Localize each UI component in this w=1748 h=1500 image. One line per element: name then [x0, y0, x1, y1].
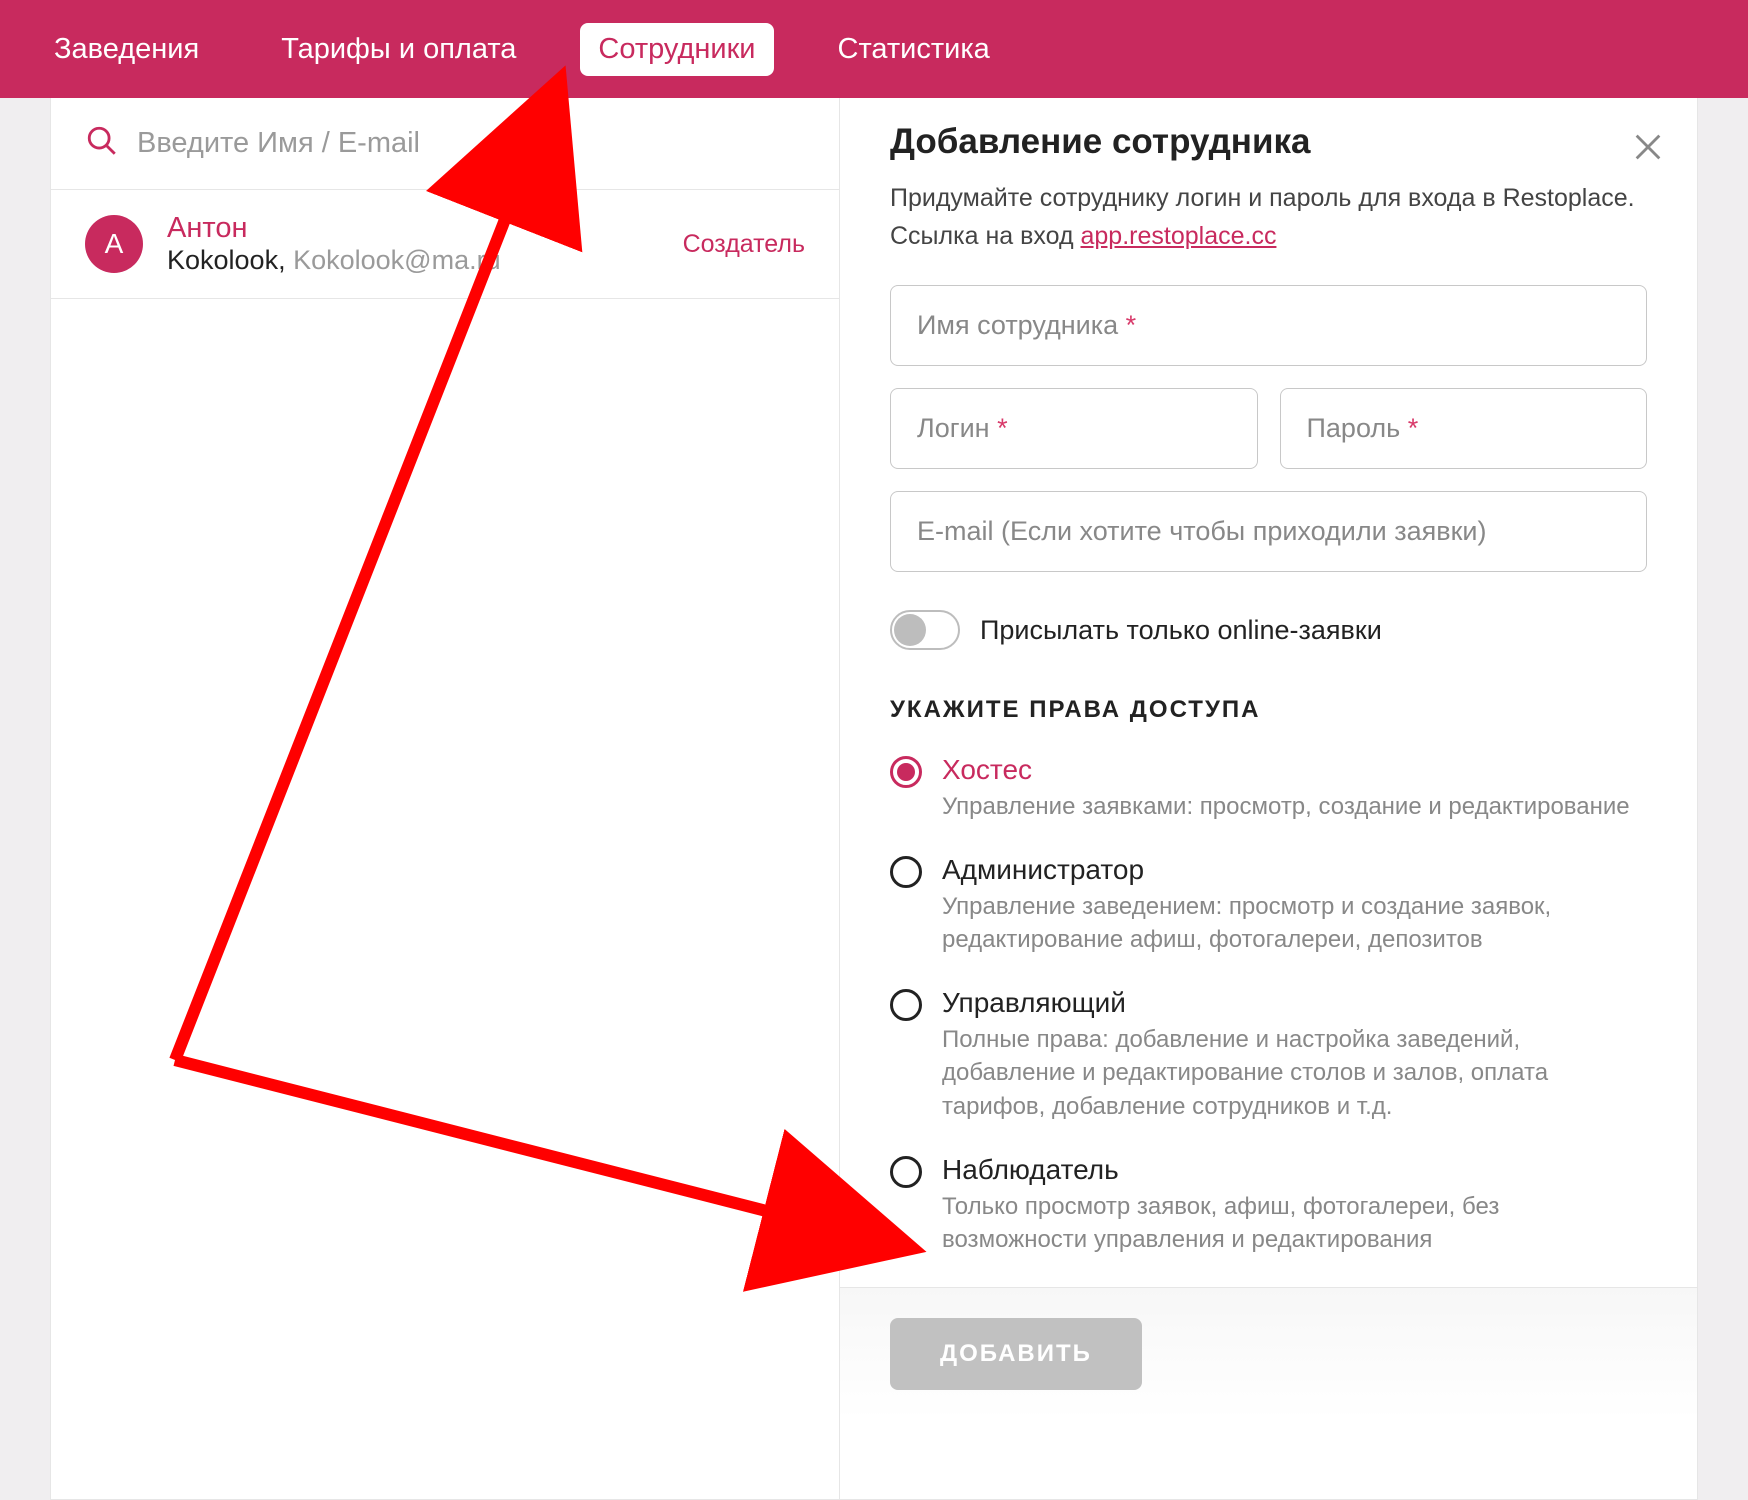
- tab-employees[interactable]: Сотрудники: [580, 23, 773, 76]
- employee-name: Антон: [167, 212, 683, 245]
- add-employee-panel: Добавление сотрудника Придумайте сотрудн…: [840, 98, 1698, 1500]
- employee-role-label: Создатель: [683, 230, 805, 259]
- top-nav: Заведения Тарифы и оплата Сотрудники Ста…: [0, 0, 1748, 98]
- role-desc: Только просмотр заявок, афиш, фотогалере…: [942, 1190, 1647, 1257]
- login-link[interactable]: app.restoplace.cc: [1081, 222, 1277, 250]
- tab-statistics[interactable]: Статистика: [820, 23, 1008, 76]
- role-desc: Управление заявками: просмотр, создание …: [942, 790, 1630, 824]
- login-field[interactable]: Логин *: [890, 388, 1258, 469]
- role-title: Управляющий: [942, 987, 1647, 1019]
- toggle-knob: [894, 614, 926, 646]
- avatar: А: [85, 215, 143, 273]
- radio-icon: [890, 1156, 922, 1188]
- employee-org: Kokolook,: [167, 245, 286, 275]
- search-icon: [85, 124, 119, 163]
- toggle-label: Присылать только online-заявки: [980, 615, 1382, 646]
- employee-info: Антон Kokolook, Kokolook@ma.ru: [167, 212, 683, 276]
- search-input[interactable]: [137, 127, 805, 160]
- tab-billing[interactable]: Тарифы и оплата: [263, 23, 534, 76]
- role-title: Наблюдатель: [942, 1154, 1647, 1186]
- login-field-label: Логин: [917, 413, 997, 443]
- panel-description: Придумайте сотруднику логин и пароль для…: [890, 180, 1647, 255]
- bottom-bar: ДОБАВИТЬ: [840, 1287, 1697, 1420]
- password-field-label: Пароль: [1307, 413, 1408, 443]
- role-option-manager[interactable]: Управляющий Полные права: добавление и н…: [890, 987, 1647, 1124]
- add-button[interactable]: ДОБАВИТЬ: [890, 1318, 1142, 1390]
- search-row: [51, 98, 839, 190]
- employee-email: Kokolook@ma: [293, 245, 469, 275]
- email-field[interactable]: E-mail (Если хотите чтобы приходили заяв…: [890, 491, 1647, 572]
- online-only-toggle[interactable]: [890, 610, 960, 650]
- required-mark: *: [997, 413, 1008, 443]
- rights-section-header: УКАЖИТЕ ПРАВА ДОСТУПА: [890, 696, 1647, 724]
- employee-row[interactable]: А Антон Kokolook, Kokolook@ma.ru Создате…: [51, 190, 839, 299]
- role-option-observer[interactable]: Наблюдатель Только просмотр заявок, афиш…: [890, 1154, 1647, 1257]
- role-desc: Управление заведением: просмотр и создан…: [942, 890, 1647, 957]
- name-field-label: Имя сотрудника: [917, 310, 1126, 340]
- employee-name-field[interactable]: Имя сотрудника *: [890, 285, 1647, 366]
- employee-list-panel: А Антон Kokolook, Kokolook@ma.ru Создате…: [50, 98, 840, 1500]
- role-title: Администратор: [942, 854, 1647, 886]
- panel-title: Добавление сотрудника: [890, 122, 1647, 162]
- radio-selected-icon: [890, 756, 922, 788]
- close-button[interactable]: [1631, 130, 1665, 169]
- employee-subtext: Kokolook, Kokolook@ma.ru: [167, 245, 683, 276]
- role-title: Хостес: [942, 754, 1630, 786]
- radio-icon: [890, 856, 922, 888]
- radio-icon: [890, 989, 922, 1021]
- required-mark: *: [1408, 413, 1419, 443]
- role-option-hostess[interactable]: Хостес Управление заявками: просмотр, со…: [890, 754, 1647, 824]
- required-mark: *: [1126, 310, 1137, 340]
- password-field[interactable]: Пароль *: [1280, 388, 1648, 469]
- tab-venues[interactable]: Заведения: [36, 23, 217, 76]
- role-desc: Полные права: добавление и настройка зав…: [942, 1023, 1647, 1124]
- employee-email-suffix: .ru: [469, 245, 501, 275]
- role-option-admin[interactable]: Администратор Управление заведением: про…: [890, 854, 1647, 957]
